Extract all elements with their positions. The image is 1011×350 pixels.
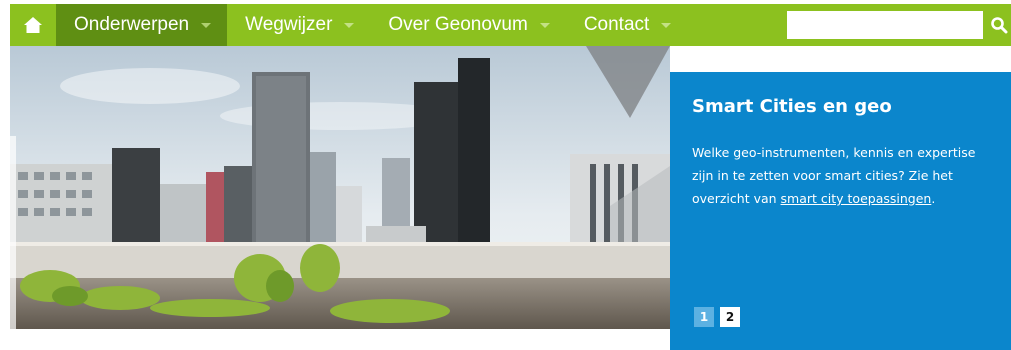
page-button-1[interactable]: 1 xyxy=(694,307,714,327)
smart-city-link[interactable]: smart city toepassingen xyxy=(781,191,932,206)
chevron-down-icon xyxy=(344,22,355,28)
slide-pager: 1 2 xyxy=(694,307,740,327)
search-icon xyxy=(991,17,1008,34)
slide-text-after: . xyxy=(931,191,936,206)
home-icon xyxy=(24,17,42,33)
nav-item-label: Over Geonovum xyxy=(388,14,528,35)
chevron-down-icon xyxy=(201,22,212,28)
chevron-down-icon xyxy=(539,22,550,28)
nav-item-contact[interactable]: Contact xyxy=(566,4,687,46)
slide-title: Smart Cities en geo xyxy=(692,96,892,117)
nav-item-wegwijzer[interactable]: Wegwijzer xyxy=(227,4,370,46)
slide-panel: Smart Cities en geo Welke geo-instrument… xyxy=(670,72,1011,350)
nav-item-label: Onderwerpen xyxy=(74,14,190,35)
nav-item-onderwerpen[interactable]: Onderwerpen xyxy=(56,4,228,46)
search-box xyxy=(787,4,1011,46)
nav-item-over-geonovum[interactable]: Over Geonovum xyxy=(370,4,565,46)
slide-text: Welke geo-instrumenten, kennis en expert… xyxy=(692,141,992,210)
main-navigation: Onderwerpen Wegwijzer Over Geonovum Cont… xyxy=(10,4,1011,46)
chevron-down-icon xyxy=(661,22,672,28)
nav-item-label: Contact xyxy=(583,14,650,35)
page-button-2[interactable]: 2 xyxy=(720,307,740,327)
home-button[interactable] xyxy=(10,4,56,46)
search-input[interactable] xyxy=(787,11,983,39)
hero-image xyxy=(10,46,670,329)
search-button[interactable] xyxy=(987,11,1011,39)
nav-item-label: Wegwijzer xyxy=(245,14,333,35)
